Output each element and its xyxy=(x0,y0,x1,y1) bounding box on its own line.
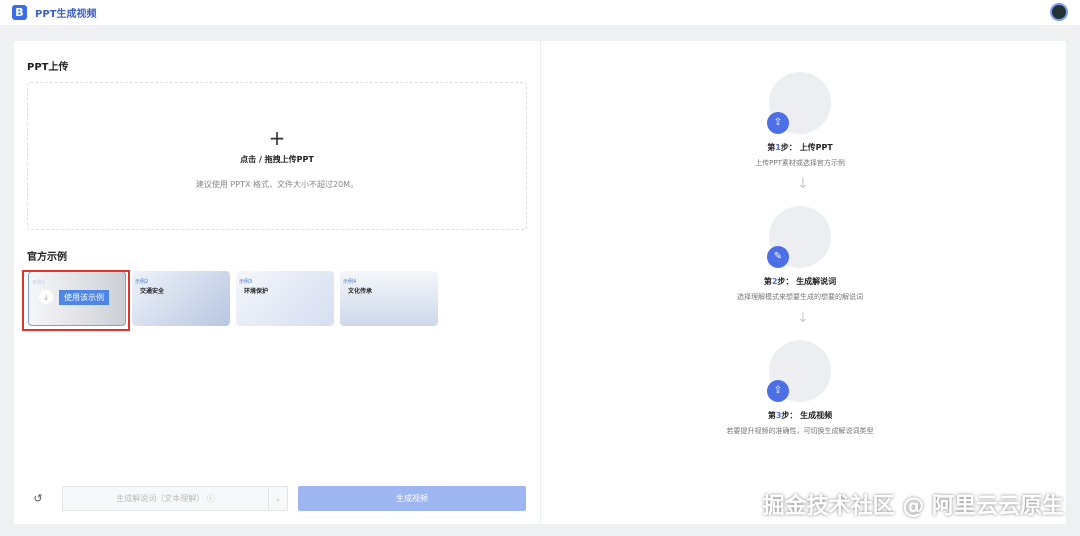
example-tag: 示例2 xyxy=(135,279,149,285)
avatar[interactable] xyxy=(1050,3,1068,21)
video-illustration: ⇪ xyxy=(767,340,831,402)
upload-heading: PPT上传 xyxy=(27,62,69,73)
dropzone-hint: 建议使用 PPTX 格式，文件大小不超过20M。 xyxy=(195,180,359,189)
reset-icon[interactable]: ↺ xyxy=(27,487,49,511)
step-title: 步： 上传PPT xyxy=(780,143,833,152)
step-title-prefix: 第 xyxy=(767,411,776,420)
step-title: 步： 生成解说词 xyxy=(777,277,837,286)
main-card: PPT上传 + 点击 / 拖拽上传PPT 建议使用 PPTX 格式，文件大小不超… xyxy=(14,41,1066,524)
example-card-4[interactable]: 示例4 文化传承 xyxy=(340,271,438,326)
step-title: 步： 生成视频 xyxy=(781,411,833,420)
upload-dropzone[interactable]: + 点击 / 拖拽上传PPT 建议使用 PPTX 格式，文件大小不超过20M。 xyxy=(27,82,527,230)
example-card-3[interactable]: 示例3 环境保护 xyxy=(236,271,334,326)
step-3: ⇪ 第3步： 生成视频 若要提升视频的准确性，可切换生成解说词类型 xyxy=(700,340,900,436)
mode-select[interactable]: 生成解说词（文本理解） ⓘ xyxy=(62,486,269,511)
example-card-2[interactable]: 示例2 交通安全 xyxy=(132,271,230,326)
step-desc: 上传PPT素材或选择官方示例 xyxy=(755,159,845,167)
upload-icon: ⇪ xyxy=(767,380,789,402)
example-name: 环境保护 xyxy=(244,288,269,295)
step-2: ✎ 第2步： 生成解说词 选择理解模式来想要生成的想要的解说词 xyxy=(700,206,900,302)
step-desc: 选择理解模式来想要生成的想要的解说词 xyxy=(737,293,863,301)
example-tag: 示例4 xyxy=(343,279,357,285)
divider xyxy=(540,41,541,524)
chevron-down-icon[interactable]: ⌄ xyxy=(269,486,288,511)
action-bar: ↺ 生成解说词（文本理解） ⓘ ⌄ 生成视频 xyxy=(27,486,526,511)
generate-video-button[interactable]: 生成视频 xyxy=(298,486,526,511)
step-1: ⇪ 第1步： 上传PPT 上传PPT素材或选择官方示例 xyxy=(700,72,900,168)
watermark: 掘金技术社区 @ 阿里云云原生 xyxy=(762,494,1064,519)
ppt-illustration: ⇪ xyxy=(767,72,831,134)
example-name: 交通安全 xyxy=(140,288,165,295)
dropzone-title: 点击 / 拖拽上传PPT xyxy=(240,155,314,164)
app-header: B PPT生成视频 xyxy=(0,0,1080,25)
app-title: PPT生成视频 xyxy=(35,9,97,20)
arrow-down-icon: ↓ xyxy=(797,310,809,326)
app-logo: B xyxy=(12,5,27,20)
step-title-prefix: 第 xyxy=(763,277,772,286)
example-name: 文化传承 xyxy=(348,288,373,295)
selected-example-highlight xyxy=(22,270,130,331)
example-tag: 示例3 xyxy=(239,279,253,285)
step-desc: 若要提升视频的准确性，可切换生成解说词类型 xyxy=(726,427,874,435)
edit-icon: ✎ xyxy=(767,246,789,268)
plus-icon: + xyxy=(268,126,286,150)
script-illustration: ✎ xyxy=(767,206,831,268)
upload-icon: ⇪ xyxy=(767,112,789,134)
examples-heading: 官方示例 xyxy=(27,252,67,263)
arrow-down-icon: ↓ xyxy=(797,176,809,192)
